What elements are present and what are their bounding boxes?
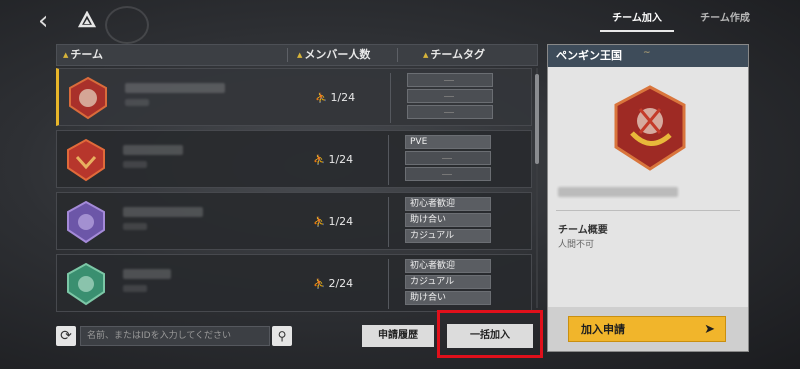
team-level-blurred <box>125 99 149 106</box>
sort-icon: ▲ <box>423 51 429 59</box>
member-count: ⛹ 2/24 <box>313 277 354 290</box>
team-table-header: ▲ チーム ▲ メンバー人数 ▲ チームタグ <box>56 44 538 66</box>
member-count: ⛹ 1/24 <box>313 153 354 166</box>
join-request-button[interactable]: 加入申請 ➤ <box>568 316 726 342</box>
members-icon: ⛹ <box>315 93 328 104</box>
tag-slot <box>407 89 493 103</box>
team-emblem-large-icon <box>614 85 686 171</box>
search-input[interactable] <box>80 326 270 346</box>
column-header-team[interactable]: ▲ チーム <box>63 45 103 65</box>
members-icon: ⛹ <box>313 155 326 166</box>
member-count: ⛹ 1/24 <box>313 215 354 228</box>
back-arrow-icon[interactable]: ‹ <box>38 8 62 36</box>
tag: 助け合い <box>405 213 491 227</box>
refresh-button[interactable]: ⟳ <box>56 326 76 346</box>
tag-slot <box>407 105 493 119</box>
scrollbar-thumb[interactable] <box>535 74 539 164</box>
team-name-blurred <box>125 83 225 93</box>
team-emblem-icon <box>69 76 107 120</box>
tag: 助け合い <box>405 291 491 305</box>
team-name-blurred <box>123 207 203 217</box>
team-level-blurred <box>123 285 147 292</box>
search-icon: ⚲ <box>277 329 287 343</box>
tag: 初心者歓迎 <box>405 197 491 211</box>
column-header-tags[interactable]: ▲ チームタグ <box>423 45 485 65</box>
sort-icon: ▲ <box>297 51 303 59</box>
overview-text: 人間不可 <box>558 240 595 250</box>
triangle-logo-icon <box>78 11 96 28</box>
team-tags: 初心者歓迎 助け合い カジュアル <box>405 197 493 245</box>
tab-join-team[interactable]: チーム加入 <box>600 10 674 32</box>
team-row[interactable]: ⛹ 1/24 <box>56 68 532 126</box>
team-tags: 初心者歓迎 カジュアル 助け合い <box>405 259 493 307</box>
team-level-blurred <box>123 223 147 230</box>
tag-slot <box>405 167 491 181</box>
tag: カジュアル <box>405 275 491 289</box>
tag: PVE <box>405 135 491 149</box>
application-history-button[interactable]: 申請履歴 <box>362 325 434 347</box>
search-button[interactable]: ⚲ <box>272 326 292 346</box>
team-tags: PVE <box>405 135 493 183</box>
refresh-icon: ⟳ <box>60 328 72 344</box>
team-id-blurred <box>558 187 678 197</box>
send-plane-icon: ➤ <box>704 322 715 337</box>
member-count: ⛹ 1/24 <box>315 91 356 104</box>
team-name-blurred <box>123 269 171 279</box>
team-row[interactable]: ⛹ 1/24 PVE <box>56 130 532 188</box>
team-detail-panel: ペンギン王国 ~ チーム概要 人間不可 加入申請 ➤ <box>547 44 749 352</box>
members-icon: ⛹ <box>313 279 326 290</box>
members-icon: ⛹ <box>313 217 326 228</box>
team-name-blurred <box>123 145 183 155</box>
tag: 初心者歓迎 <box>405 259 491 273</box>
tab-create-team[interactable]: チーム作成 <box>688 10 762 30</box>
sort-icon: ▲ <box>63 51 69 59</box>
column-header-members[interactable]: ▲ メンバー人数 <box>297 45 370 65</box>
bulk-join-button[interactable]: 一括加入 <box>447 324 533 348</box>
tag-slot <box>407 73 493 87</box>
team-emblem-icon <box>67 138 105 182</box>
overview-label: チーム概要 <box>558 225 608 236</box>
background-emblem-icon <box>105 6 149 44</box>
team-emblem-icon <box>67 200 105 244</box>
team-row[interactable]: ⛹ 1/24 初心者歓迎 助け合い カジュアル <box>56 192 532 250</box>
team-row[interactable]: ⛹ 2/24 初心者歓迎 カジュアル 助け合い <box>56 254 532 312</box>
tag-slot <box>405 151 491 165</box>
tag: カジュアル <box>405 229 491 243</box>
team-level-blurred <box>123 161 147 168</box>
team-tags <box>407 73 495 121</box>
signature-mark: ~ <box>643 48 651 58</box>
team-emblem-icon <box>67 262 105 306</box>
